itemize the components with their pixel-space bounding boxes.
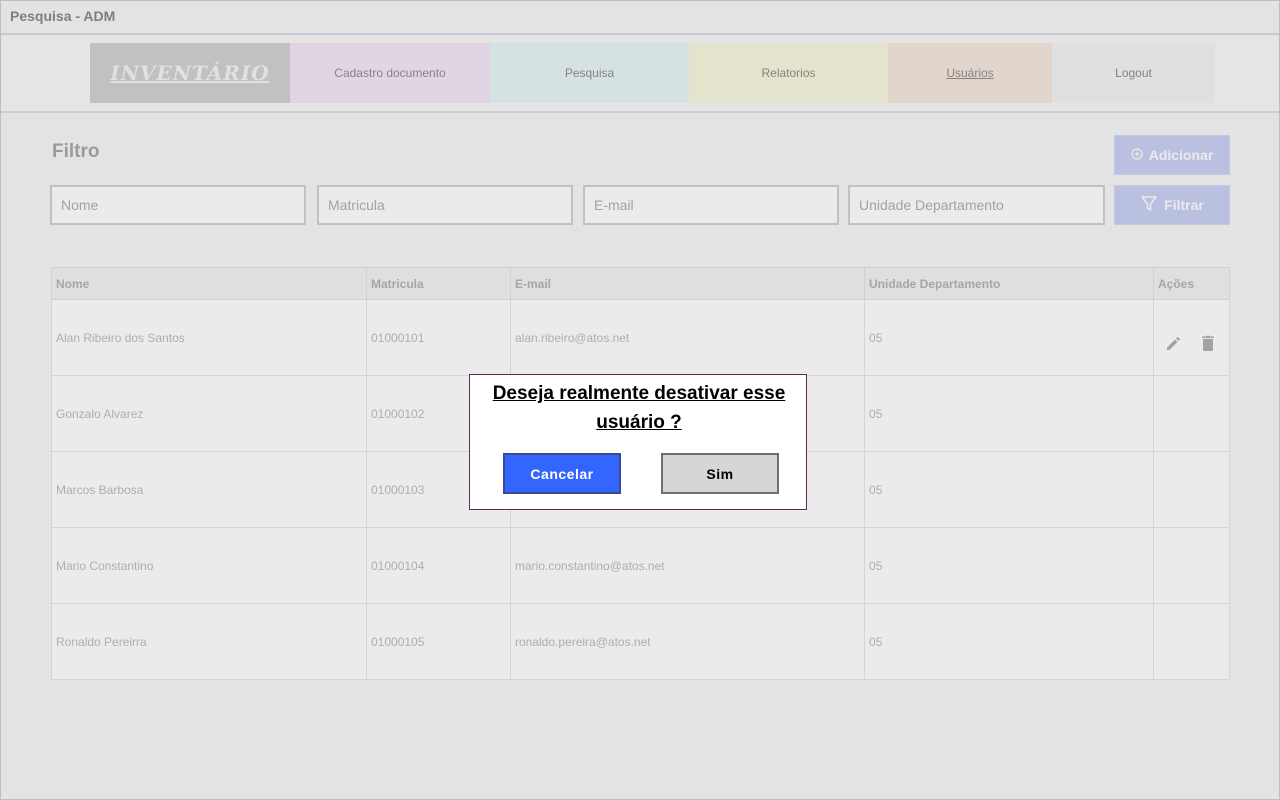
dialog-message: Deseja realmente desativar esse usuário … bbox=[492, 383, 786, 433]
confirm-deactivate-dialog: Deseja realmente desativar esse usuário … bbox=[469, 374, 807, 510]
cancel-button[interactable]: Cancelar bbox=[503, 453, 621, 494]
confirm-button[interactable]: Sim bbox=[661, 453, 779, 494]
